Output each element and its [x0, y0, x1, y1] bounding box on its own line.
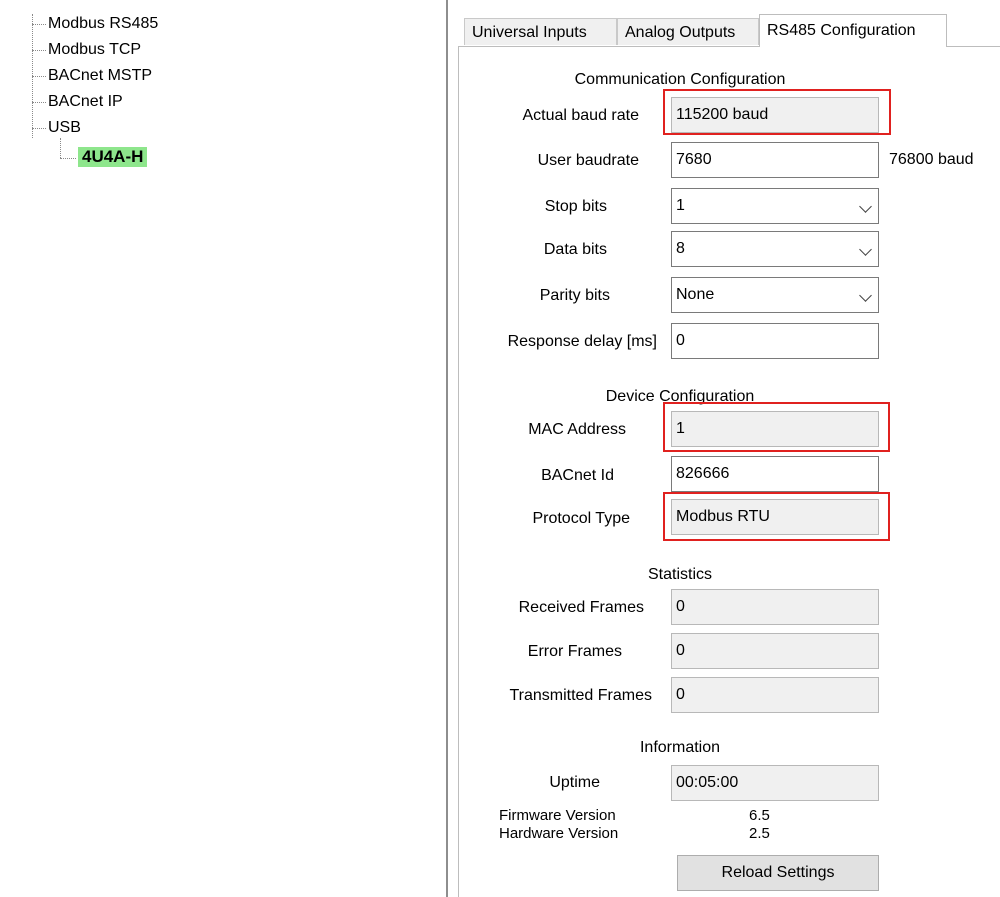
- received-frames-field: 0: [671, 589, 879, 625]
- tree-item-modbus-rs485[interactable]: Modbus RS485: [48, 14, 158, 34]
- tab-strip: Universal Inputs Analog Outputs RS485 Co…: [458, 14, 1000, 47]
- tree-item-usb[interactable]: USB: [48, 118, 81, 138]
- data-bits-value: 8: [676, 240, 685, 257]
- tree-item-bacnet-mstp[interactable]: BACnet MSTP: [48, 66, 152, 86]
- transmitted-frames-field: 0: [671, 677, 879, 713]
- tree-item-4u4a-h[interactable]: 4U4A-H: [78, 147, 148, 167]
- firmware-version-label: Firmware Version: [499, 807, 616, 824]
- stop-bits-label: Stop bits: [544, 198, 607, 215]
- bacnet-id-input[interactable]: 826666: [671, 456, 879, 492]
- chevron-down-icon: [859, 243, 872, 256]
- hardware-version-label: Hardware Version: [499, 825, 619, 842]
- actual-baud-label: Actual baud rate: [522, 107, 639, 124]
- received-frames-label: Received Frames: [518, 599, 644, 616]
- tab-universal-inputs[interactable]: Universal Inputs: [464, 18, 617, 45]
- uptime-label: Uptime: [549, 774, 600, 791]
- tree-connector: [32, 128, 46, 129]
- highlight-box: [663, 402, 890, 452]
- stop-bits-select[interactable]: 1: [671, 188, 879, 224]
- section-title-information: Information: [639, 739, 721, 756]
- tree-item-bacnet-ip[interactable]: BACnet IP: [48, 92, 123, 112]
- user-baudrate-note: 76800 baud: [889, 151, 974, 168]
- mac-address-label: MAC Address: [528, 421, 626, 438]
- tab-content: Communication Configuration Actual baud …: [458, 46, 1000, 897]
- tree-connector: [32, 50, 46, 51]
- error-frames-label: Error Frames: [527, 643, 622, 660]
- chevron-down-icon: [859, 289, 872, 302]
- transmitted-frames-label: Transmitted Frames: [509, 687, 652, 704]
- hardware-version-value: 2.5: [749, 825, 770, 842]
- device-tree[interactable]: Modbus RS485 Modbus TCP BACnet MSTP BACn…: [0, 0, 440, 897]
- tree-connector: [32, 76, 46, 77]
- config-panel: Universal Inputs Analog Outputs RS485 Co…: [448, 0, 1000, 897]
- stop-bits-value: 1: [676, 197, 685, 214]
- uptime-field: 00:05:00: [671, 765, 879, 801]
- parity-bits-label: Parity bits: [539, 287, 610, 304]
- data-bits-label: Data bits: [543, 241, 607, 258]
- firmware-version-value: 6.5: [749, 807, 770, 824]
- reload-settings-button[interactable]: Reload Settings: [677, 855, 879, 891]
- tab-rs485-configuration[interactable]: RS485 Configuration: [759, 14, 947, 47]
- tab-analog-outputs[interactable]: Analog Outputs: [617, 18, 759, 45]
- tree-connector: [60, 138, 61, 158]
- highlight-box: [663, 492, 890, 541]
- user-baudrate-input[interactable]: 7680: [671, 142, 879, 178]
- section-title-statistics: Statistics: [647, 566, 712, 583]
- tree-item-modbus-tcp[interactable]: Modbus TCP: [48, 40, 141, 60]
- response-delay-input[interactable]: 0: [671, 323, 879, 359]
- tree-connector: [32, 24, 46, 25]
- chevron-down-icon: [859, 200, 872, 213]
- bacnet-id-label: BACnet Id: [541, 467, 614, 484]
- data-bits-select[interactable]: 8: [671, 231, 879, 267]
- parity-bits-select[interactable]: None: [671, 277, 879, 313]
- user-baudrate-label: User baudrate: [537, 152, 639, 169]
- error-frames-field: 0: [671, 633, 879, 669]
- parity-bits-value: None: [676, 286, 715, 303]
- highlight-box: [663, 89, 891, 135]
- section-title-communication: Communication Configuration: [574, 71, 786, 88]
- protocol-type-label: Protocol Type: [532, 510, 630, 527]
- tree-connector: [60, 158, 76, 159]
- tree-connector: [32, 102, 46, 103]
- response-delay-label: Response delay [ms]: [507, 333, 657, 350]
